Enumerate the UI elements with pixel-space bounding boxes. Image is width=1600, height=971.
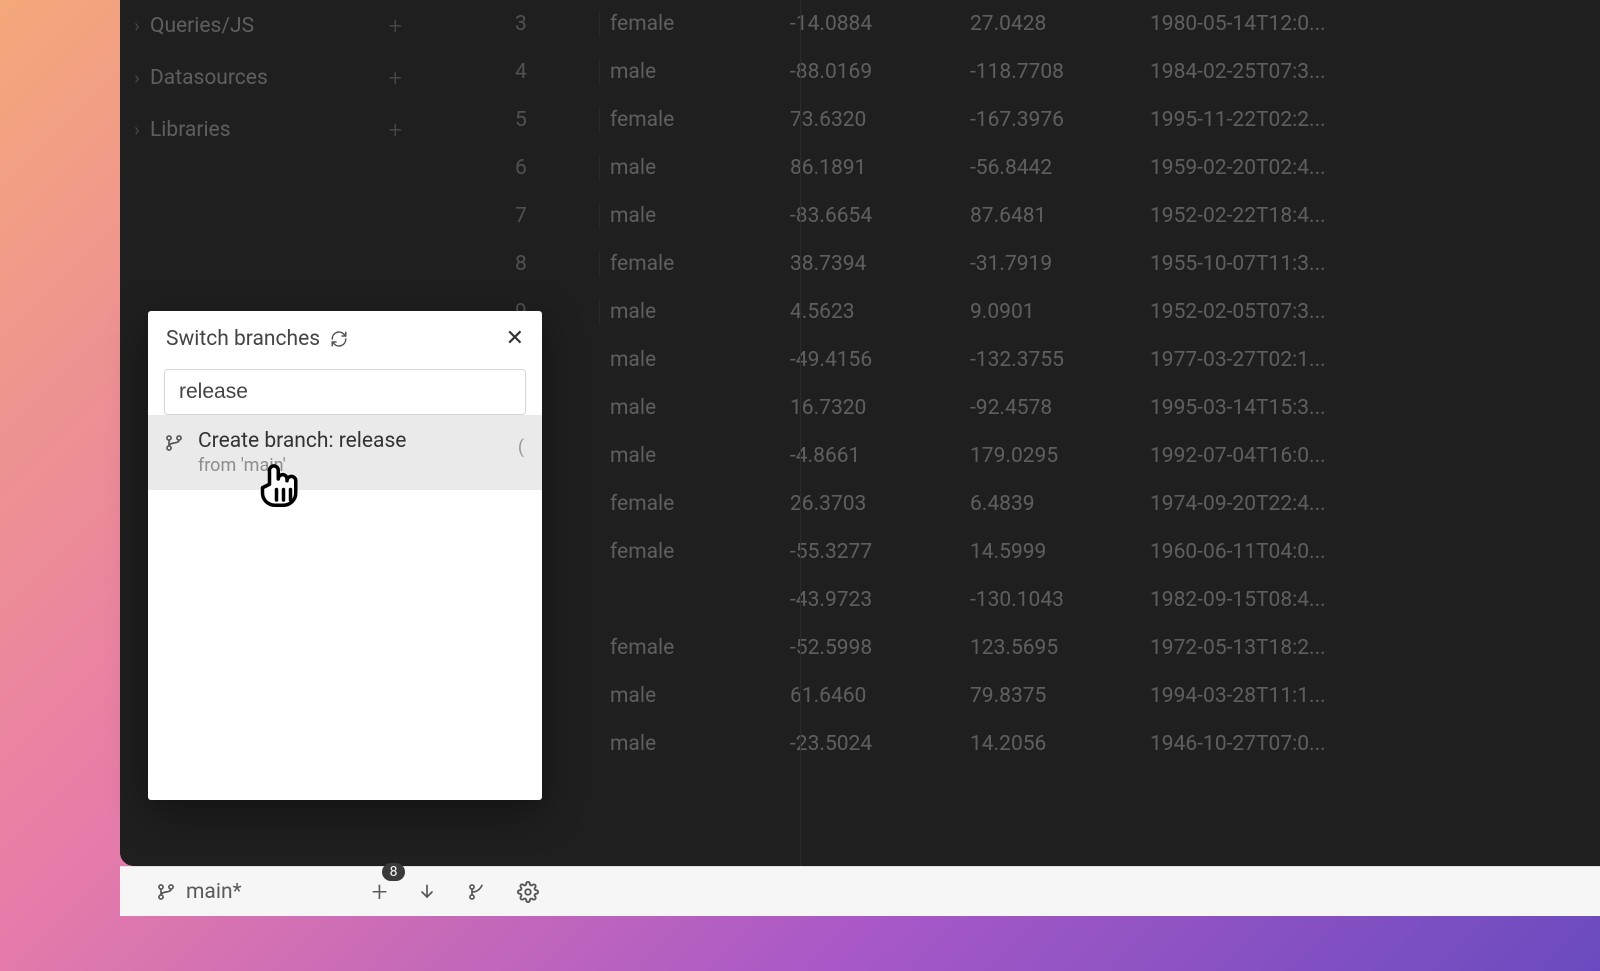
pull-button[interactable] xyxy=(417,882,437,902)
spinner-icon: ( xyxy=(518,437,524,458)
status-bar: main* + 8 xyxy=(120,866,1600,916)
merge-button[interactable] xyxy=(467,882,487,902)
switch-branches-popover: Switch branches ✕ Create branch: release… xyxy=(148,311,542,800)
create-branch-title: Create branch: release xyxy=(198,429,406,453)
refresh-icon[interactable] xyxy=(330,330,348,348)
create-branch-option[interactable]: Create branch: release from 'main' ( xyxy=(148,415,542,490)
add-button[interactable]: + 8 xyxy=(372,875,388,908)
create-branch-sub: from 'main' xyxy=(198,455,406,476)
git-branch-icon xyxy=(156,882,176,902)
badge-count: 8 xyxy=(382,863,406,881)
settings-button[interactable] xyxy=(517,881,539,903)
branch-search-input[interactable] xyxy=(164,369,526,415)
popover-title: Switch branches xyxy=(166,327,320,351)
close-icon[interactable]: ✕ xyxy=(506,328,524,350)
current-branch-button[interactable]: main* xyxy=(156,880,242,904)
branch-name-label: main* xyxy=(186,880,242,904)
git-branch-icon xyxy=(164,433,184,453)
